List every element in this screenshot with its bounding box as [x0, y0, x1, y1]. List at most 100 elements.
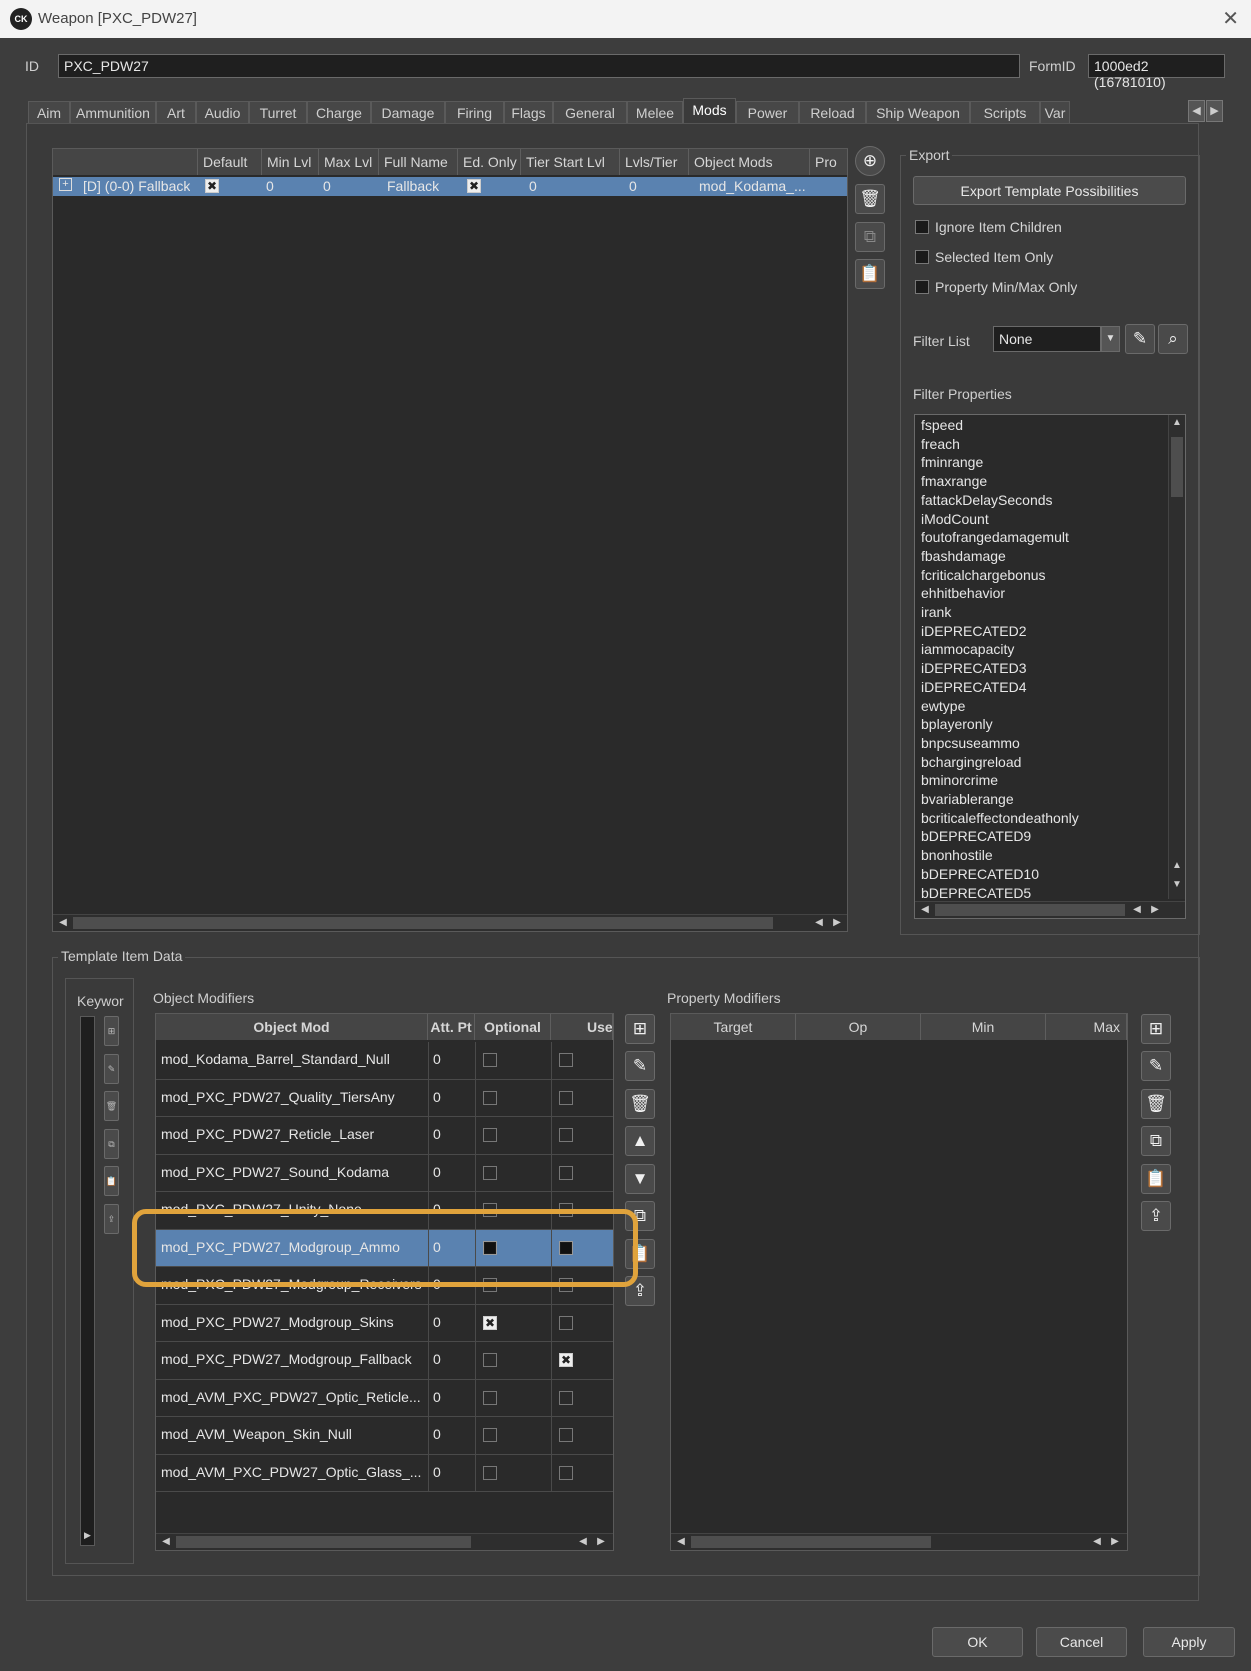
templates-header-object-mods[interactable]: Object Mods: [689, 149, 810, 175]
filter-list-select[interactable]: None: [993, 326, 1101, 352]
ed-only-checkbox[interactable]: ✖: [467, 179, 481, 193]
filter-property-item[interactable]: ehhitbehavior: [921, 585, 1005, 603]
om-header-att-pt[interactable]: Att. Pt: [428, 1014, 475, 1040]
om-header-optional[interactable]: Optional: [475, 1014, 551, 1040]
tab-reload[interactable]: Reload: [799, 101, 866, 123]
tab-turret[interactable]: Turret: [249, 101, 307, 123]
use-checkbox[interactable]: [559, 1465, 573, 1480]
optional-checkbox[interactable]: ✖: [483, 1315, 497, 1330]
tab-art[interactable]: Art: [156, 101, 196, 123]
optional-checkbox[interactable]: [483, 1428, 497, 1442]
use-checkbox[interactable]: [559, 1090, 573, 1105]
use-checkbox[interactable]: [559, 1165, 573, 1180]
duplicate-template-icon[interactable]: ⧉: [855, 222, 885, 252]
filter-properties-vertical-scrollbar[interactable]: ▲ ▲ ▼: [1168, 415, 1185, 899]
scroll-down-icon[interactable]: ▼: [1170, 879, 1184, 893]
tab-audio[interactable]: Audio: [196, 101, 249, 123]
add-keyword-icon[interactable]: ⊞: [104, 1016, 119, 1046]
id-field[interactable]: PXC_PDW27: [58, 54, 1020, 78]
paste-property-mod-icon[interactable]: 📋: [1141, 1164, 1171, 1194]
table-row[interactable]: mod_PXC_PDW27_Quality_TiersAny 0: [156, 1080, 613, 1117]
filter-list-dropdown-icon[interactable]: ▼: [1101, 326, 1120, 352]
filter-properties-horizontal-scrollbar[interactable]: ◀ ◀ ▶: [915, 901, 1185, 918]
paste-keyword-icon[interactable]: 📋: [104, 1166, 119, 1196]
apply-button[interactable]: Apply: [1143, 1627, 1235, 1657]
scrollbar-thumb[interactable]: [73, 917, 773, 929]
scroll-up-icon[interactable]: ▲: [1170, 417, 1184, 431]
scrollbar-thumb[interactable]: [176, 1536, 471, 1548]
selected-item-only-checkbox[interactable]: [915, 250, 929, 264]
tab-scroll-left-icon[interactable]: ◀: [1188, 100, 1205, 122]
optional-checkbox[interactable]: [483, 1090, 497, 1105]
templates-horizontal-scrollbar[interactable]: ◀ ◀ ▶: [53, 914, 847, 931]
filter-property-item[interactable]: iModCount: [921, 511, 989, 529]
tab-damage[interactable]: Damage: [371, 101, 445, 123]
use-checkbox[interactable]: [559, 1428, 573, 1442]
table-row[interactable]: mod_AVM_PXC_PDW27_Optic_Glass_... 0: [156, 1455, 613, 1492]
scrollbar-thumb[interactable]: [1171, 437, 1183, 497]
optional-checkbox[interactable]: [483, 1390, 497, 1405]
scroll-right-icon[interactable]: ▶: [81, 1530, 94, 1544]
move-down-icon[interactable]: ▼: [625, 1164, 655, 1194]
optional-checkbox[interactable]: [483, 1128, 497, 1142]
optional-checkbox[interactable]: [483, 1165, 497, 1180]
filter-property-item[interactable]: bnonhostile: [921, 847, 993, 865]
filter-property-item[interactable]: bDEPRECATED10: [921, 866, 1039, 884]
edit-object-mod-icon[interactable]: ✎: [625, 1051, 655, 1081]
cancel-button[interactable]: Cancel: [1036, 1627, 1127, 1657]
paste-template-icon[interactable]: 📋: [855, 259, 885, 289]
template-row[interactable]: + [D] (0-0) Fallback ✖ 0 0 Fallback ✖ 0 …: [53, 177, 847, 196]
om-horizontal-scrollbar[interactable]: ◀ ◀ ▶: [156, 1533, 613, 1550]
templates-header-lvls-tier[interactable]: Lvls/Tier: [620, 149, 689, 175]
table-row[interactable]: mod_PXC_PDW27_Reticle_Laser 0: [156, 1117, 613, 1155]
pm-header-min[interactable]: Min: [921, 1014, 1046, 1040]
tab-aim[interactable]: Aim: [28, 101, 70, 123]
default-checkbox[interactable]: ✖: [205, 179, 219, 193]
filter-property-item[interactable]: fcriticalchargebonus: [921, 567, 1046, 585]
tab-melee[interactable]: Melee: [627, 101, 683, 123]
duplicate-property-mod-icon[interactable]: ⧉: [1141, 1126, 1171, 1156]
tab-var[interactable]: Var: [1040, 101, 1070, 123]
delete-object-mod-icon[interactable]: 🗑: [625, 1089, 655, 1119]
edit-property-mod-icon[interactable]: ✎: [1141, 1051, 1171, 1081]
templates-header-max-lvl[interactable]: Max Lvl: [319, 149, 379, 175]
filter-property-item[interactable]: fminrange: [921, 454, 983, 472]
tab-mods[interactable]: Mods: [683, 98, 736, 123]
keywords-list[interactable]: ▶: [80, 1016, 95, 1546]
export-property-mod-icon[interactable]: ⇪: [1141, 1201, 1171, 1231]
filter-property-item[interactable]: iDEPRECATED2: [921, 623, 1027, 641]
pm-header-max[interactable]: Max: [1046, 1014, 1127, 1040]
edit-keyword-icon[interactable]: ✎: [104, 1053, 119, 1084]
use-checkbox[interactable]: [559, 1315, 573, 1330]
filter-property-item[interactable]: freach: [921, 436, 960, 454]
filter-property-item[interactable]: iDEPRECATED3: [921, 660, 1027, 678]
filter-property-item[interactable]: bplayeronly: [921, 716, 993, 734]
table-row[interactable]: mod_AVM_PXC_PDW27_Optic_Reticle... 0: [156, 1380, 613, 1417]
optional-checkbox[interactable]: [483, 1465, 497, 1480]
add-object-mod-icon[interactable]: ⊞: [625, 1014, 655, 1044]
pm-header-target[interactable]: Target: [671, 1014, 796, 1040]
export-keyword-icon[interactable]: ⇪: [104, 1203, 119, 1234]
export-template-possibilities-button[interactable]: Export Template Possibilities: [913, 176, 1186, 205]
ignore-item-children-checkbox[interactable]: [915, 220, 929, 234]
filter-property-item[interactable]: foutofrangedamagemult: [921, 529, 1069, 547]
filter-property-item[interactable]: bcriticaleffectondeathonly: [921, 810, 1079, 828]
use-checkbox[interactable]: [559, 1053, 573, 1067]
filter-property-item[interactable]: bminorcrime: [921, 772, 998, 790]
om-header-object-mod[interactable]: Object Mod: [156, 1014, 428, 1040]
duplicate-keyword-icon[interactable]: ⧉: [104, 1128, 119, 1159]
filter-property-item[interactable]: bvariablerange: [921, 791, 1014, 809]
filter-property-item[interactable]: bchargingreload: [921, 754, 1021, 772]
add-property-mod-icon[interactable]: ⊞: [1141, 1014, 1171, 1044]
templates-header-pro[interactable]: Pro: [810, 149, 848, 175]
filter-property-item[interactable]: bDEPRECATED5: [921, 885, 1031, 900]
table-row[interactable]: mod_Kodama_Barrel_Standard_Null 0: [156, 1042, 613, 1080]
table-row[interactable]: mod_PXC_PDW27_Modgroup_Skins 0 ✖: [156, 1305, 613, 1342]
filter-property-item[interactable]: fbashdamage: [921, 548, 1006, 566]
table-row[interactable]: mod_AVM_Weapon_Skin_Null 0: [156, 1417, 613, 1455]
tab-ship-weapon[interactable]: Ship Weapon: [866, 101, 970, 123]
tab-scroll-right-icon[interactable]: ▶: [1206, 100, 1223, 122]
optional-checkbox[interactable]: [483, 1353, 497, 1367]
templates-header-min-lvl[interactable]: Min Lvl: [262, 149, 319, 175]
filter-property-item[interactable]: bnpcsuseammo: [921, 735, 1020, 753]
